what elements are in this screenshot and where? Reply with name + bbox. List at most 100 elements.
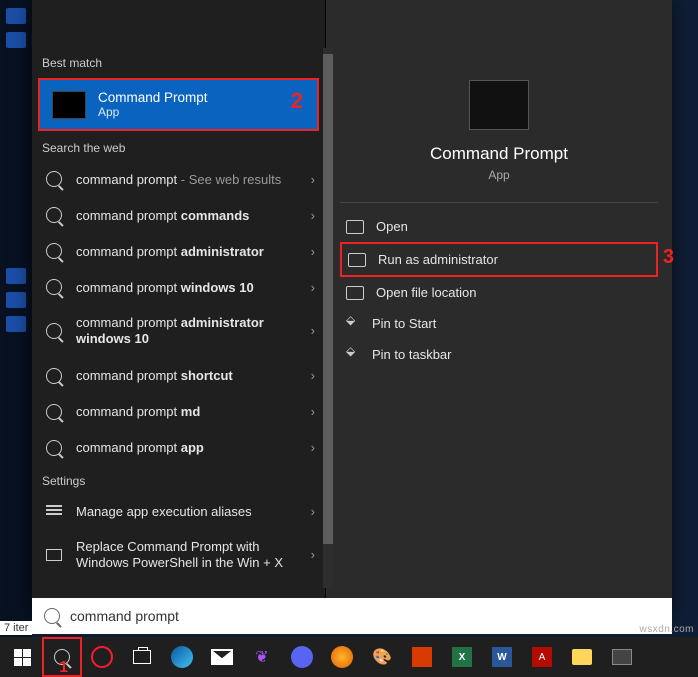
web-result[interactable]: command prompt app› [32, 430, 325, 466]
start-button[interactable] [2, 637, 42, 677]
action-pin-start[interactable]: Pin to Start [326, 308, 672, 339]
office-icon [412, 647, 432, 667]
palette-icon: 🎨 [372, 647, 392, 667]
chevron-right-icon: › [311, 440, 315, 455]
taskbar-discord[interactable] [282, 637, 322, 677]
scrollbar-thumb[interactable] [323, 54, 333, 544]
folder-icon [572, 649, 592, 665]
scrollbar[interactable] [323, 48, 333, 588]
word-icon: W [492, 647, 512, 667]
web-result[interactable]: command prompt administrator › [32, 233, 325, 269]
taskbar-opera[interactable] [82, 637, 122, 677]
web-result-text: command prompt administrator [76, 244, 264, 259]
chevron-right-icon: › [311, 280, 315, 295]
action-run-admin[interactable]: Run as administrator [342, 244, 656, 275]
search-box[interactable] [32, 598, 672, 634]
opera-icon [91, 646, 113, 668]
taskbar-app[interactable]: 🎨 [362, 637, 402, 677]
details-subtitle: App [326, 168, 672, 182]
web-result[interactable]: command prompt md › [32, 394, 325, 430]
web-result-text: command prompt shortcut [76, 368, 233, 383]
web-result-text: command prompt administrator windows 10 [76, 315, 313, 348]
search-panel: Best match Command Prompt App 2 Search t… [32, 0, 672, 614]
best-match-result[interactable]: Command Prompt App 2 [38, 78, 319, 131]
taskbar-office[interactable] [402, 637, 442, 677]
search-icon [44, 608, 60, 624]
photos-icon [612, 649, 632, 665]
pin-icon [346, 317, 360, 331]
chevron-right-icon: › [311, 404, 315, 419]
action-label: Run as administrator [378, 252, 498, 267]
list-icon [46, 505, 62, 517]
search-icon [46, 207, 62, 223]
folder-icon [346, 286, 364, 300]
chevron-right-icon: › [311, 244, 315, 259]
chevron-right-icon: › [311, 172, 315, 187]
annotation-1: 1 [59, 659, 68, 677]
taskbar-taskview[interactable] [122, 637, 162, 677]
search-icon [46, 404, 62, 420]
mail-icon [211, 649, 233, 665]
chevron-right-icon: › [311, 504, 315, 519]
action-label: Open file location [376, 285, 476, 300]
desktop-icon [6, 316, 26, 332]
cmd-prompt-icon [52, 91, 86, 119]
search-icon [46, 440, 62, 456]
chevron-right-icon: › [311, 323, 315, 339]
settings-item[interactable]: Manage app execution aliases › [32, 494, 325, 529]
chevron-right-icon: › [311, 547, 315, 563]
settings-label: Manage app execution aliases [76, 504, 252, 519]
windows-logo-icon [14, 649, 31, 666]
web-result-text: command prompt - See web results [76, 172, 281, 187]
search-icon [46, 323, 62, 339]
web-result[interactable]: command prompt commands› [32, 197, 325, 233]
taskbar-word[interactable]: W [482, 637, 522, 677]
taskbar-firefox[interactable] [322, 637, 362, 677]
taskbar-excel[interactable]: X [442, 637, 482, 677]
adobe-icon: A [532, 647, 552, 667]
search-icon [46, 171, 62, 187]
annotation-2: 2 [291, 88, 303, 114]
desktop-icon [6, 8, 26, 24]
desktop-icon [6, 268, 26, 284]
desktop-icon [6, 32, 26, 48]
shield-icon [348, 253, 366, 267]
action-label: Open [376, 219, 408, 234]
taskbar-photos[interactable] [602, 637, 642, 677]
desktop-icon [6, 292, 26, 308]
taskbar-search-button[interactable]: 1 [42, 637, 82, 677]
web-result[interactable]: command prompt administrator windows 10› [32, 305, 325, 358]
action-pin-taskbar[interactable]: Pin to taskbar [326, 339, 672, 370]
best-match-subtitle: App [98, 105, 208, 119]
search-icon [46, 279, 62, 295]
taskbar-adobe[interactable]: A [522, 637, 562, 677]
feather-icon: ❦ [255, 647, 268, 667]
section-search-web: Search the web [32, 133, 325, 161]
action-label: Pin to Start [372, 316, 436, 331]
web-result[interactable]: command prompt - See web results › [32, 161, 325, 197]
taskbar-explorer[interactable] [562, 637, 602, 677]
edge-icon [171, 646, 193, 668]
action-label: Pin to taskbar [372, 347, 452, 362]
pin-icon [346, 348, 360, 362]
best-match-title: Command Prompt [98, 90, 208, 105]
section-settings: Settings [32, 466, 325, 494]
taskbar-edge[interactable] [162, 637, 202, 677]
annotation-box-3: Run as administrator 3 [340, 242, 658, 277]
web-result[interactable]: command prompt shortcut› [32, 358, 325, 394]
taskbar-app[interactable]: ❦ [242, 637, 282, 677]
section-best-match: Best match [32, 48, 325, 76]
web-result-text: command prompt md [76, 404, 200, 419]
taskbar-mail[interactable] [202, 637, 242, 677]
settings-label: Replace Command Prompt with Windows Powe… [76, 539, 313, 572]
taskview-icon [133, 650, 151, 664]
settings-item[interactable]: Replace Command Prompt with Windows Powe… [32, 529, 325, 582]
web-result[interactable]: command prompt windows 10› [32, 269, 325, 305]
search-icon [46, 243, 62, 259]
search-input[interactable] [70, 608, 672, 624]
discord-icon [291, 646, 313, 668]
action-open[interactable]: Open [326, 211, 672, 242]
annotation-3: 3 [663, 246, 674, 269]
action-open-location[interactable]: Open file location [326, 277, 672, 308]
firefox-icon [331, 646, 353, 668]
